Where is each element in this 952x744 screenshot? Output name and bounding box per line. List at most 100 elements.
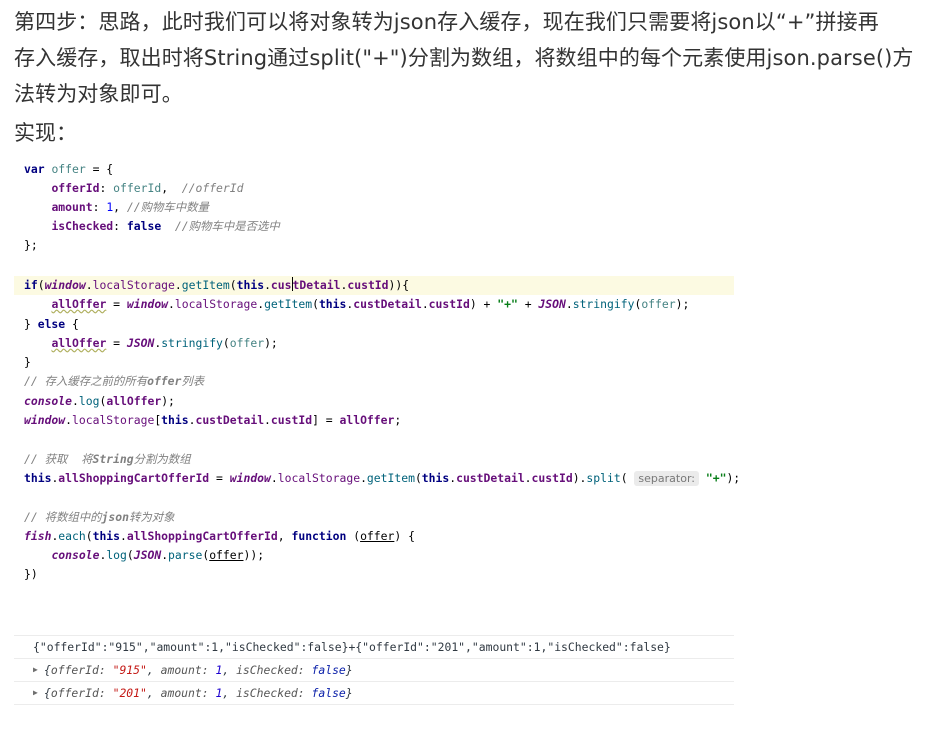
variable-ref: offer [229, 336, 265, 350]
global-ref: fish [24, 529, 52, 543]
punctuation: , [277, 529, 292, 543]
code-line-6-highlighted[interactable]: if(window.localStorage.getItem(this.cust… [14, 276, 734, 295]
punctuation: ( [37, 278, 45, 292]
console-log-raw: {"offerId":"915","amount":1,"isChecked":… [14, 635, 734, 658]
comment: 分割为数组 [133, 452, 191, 466]
code-line-4: isChecked: false //购物车中是否选中 [24, 217, 279, 236]
code-line-7: allOffer = window.localStorage.getItem(t… [24, 295, 689, 314]
comment: offer [147, 374, 182, 388]
variable-ref: allOffer [339, 413, 395, 427]
punctuation: ); [264, 336, 278, 350]
punctuation: , [113, 200, 127, 214]
paragraph-line-3: 法转为对象即可。 [14, 82, 183, 106]
punctuation: . [85, 278, 93, 292]
keyword: function [291, 529, 347, 543]
punctuation: + [517, 297, 539, 311]
code-line-20: console.log(JSON.parse(offer)); [24, 546, 264, 565]
method-call: getItem [264, 297, 313, 311]
punctuation: : [113, 219, 127, 233]
console-log-object-1[interactable]: ▶ {offerId: "915", amount: 1, isChecked: … [14, 658, 734, 681]
punctuation: ) { [394, 529, 415, 543]
variable-ref: allOffer [51, 336, 107, 350]
global-ref: JSON [133, 548, 162, 562]
code-line-2: offerId: offerId, //offerId [24, 179, 243, 198]
code-line-21: }) [24, 567, 38, 581]
punctuation: . [565, 297, 573, 311]
punctuation: ). [572, 471, 587, 485]
global-ref: JSON [126, 336, 155, 350]
code-block: var offer = { offerId: offerId, //offerI… [14, 158, 740, 598]
comment: 转为对象 [128, 510, 175, 524]
method-call: log [106, 548, 127, 562]
comment: 列表 [181, 374, 205, 388]
code-line-11: // 存入缓存之前的所有offer列表 [24, 372, 204, 391]
parameter: offer [360, 529, 395, 543]
global-ref: window [24, 413, 66, 427]
property-ref: localStorage [92, 278, 175, 292]
property-ref: custId [428, 297, 470, 311]
punctuation: ); [726, 471, 741, 485]
global-ref: console [24, 394, 73, 408]
punctuation: ( [85, 529, 93, 543]
keyword: this [318, 297, 347, 311]
property-ref: localStorage [277, 471, 361, 485]
punctuation: . [421, 297, 429, 311]
parameter-hint: separator: [634, 471, 699, 486]
method-call: getItem [181, 278, 230, 292]
punctuation: ( [229, 278, 237, 292]
code-line-16: this.allShoppingCartOfferId = window.loc… [24, 469, 740, 488]
method-call: each [58, 529, 86, 543]
variable-ref: offerId [113, 181, 162, 195]
code-line-12: console.log(allOffer); [24, 392, 175, 411]
property-ref: cus [270, 278, 292, 292]
paragraph-line-2: 存入缓存，取出时将String通过split("+")分割为数组，将数组中的每个… [14, 46, 914, 70]
console-output: {"offerId":"915","amount":1,"isChecked":… [14, 635, 734, 705]
comment: // 获取 将 [24, 452, 93, 466]
property-ref: custDetail [195, 413, 265, 427]
punctuation: ( [346, 529, 361, 543]
punctuation: ; [394, 413, 402, 427]
punctuation: = { [85, 162, 114, 176]
code-line-18: // 将数组中的json转为对象 [24, 508, 175, 527]
global-ref: JSON [538, 297, 566, 311]
punctuation: = [209, 471, 230, 485]
punctuation: ( [620, 471, 635, 485]
punctuation: . [120, 529, 127, 543]
code-line-3: amount: 1, //购物车中数量 [24, 198, 209, 217]
code-line-13: window.localStorage[this.custDetail.cust… [24, 411, 401, 430]
punctuation: , [161, 181, 182, 195]
code-line-15: // 获取 将String分割为数组 [24, 450, 191, 469]
method-call: getItem [366, 471, 415, 485]
paragraph-line-1: 第四步：思路，此时我们可以将对象转为json存入缓存，现在我们只需要将json以… [14, 10, 879, 34]
punctuation: . [72, 394, 79, 408]
keyword: this [92, 529, 121, 543]
code-line-8: } else { [24, 315, 79, 334]
property-ref: allShoppingCartOfferId [58, 471, 210, 485]
punctuation: ] = [312, 413, 340, 427]
punctuation: )){ [388, 278, 410, 292]
property-ref: custId [270, 413, 313, 427]
variable-ref: allOffer [51, 297, 107, 311]
triangle-right-icon[interactable]: ▶ [33, 659, 38, 681]
keyword: if [24, 278, 38, 292]
punctuation: ); [675, 297, 690, 311]
punctuation [161, 219, 175, 233]
punctuation: )); [243, 548, 265, 562]
keyword: this [24, 471, 52, 485]
method-call: split [586, 471, 621, 485]
property-ref: tDetail [292, 278, 341, 292]
code-line-10: } [24, 355, 31, 369]
punctuation: } [24, 317, 38, 331]
punctuation: = [106, 297, 127, 311]
comment: String [92, 452, 134, 466]
string-literal: "+" [705, 471, 727, 485]
triangle-right-icon[interactable]: ▶ [33, 682, 38, 704]
comment: // 存入缓存之前的所有 [24, 374, 148, 388]
property-ref: allShoppingCartOfferId [126, 529, 278, 543]
method-call: stringify [572, 297, 635, 311]
punctuation: . [264, 278, 271, 292]
intro-paragraph: 第四步：思路，此时我们可以将对象转为json存入缓存，现在我们只需要将json以… [14, 4, 938, 112]
variable-ref: offer [641, 297, 676, 311]
keyword: this [161, 413, 189, 427]
console-log-object-2[interactable]: ▶ {offerId: "201", amount: 1, isChecked: … [14, 681, 734, 705]
